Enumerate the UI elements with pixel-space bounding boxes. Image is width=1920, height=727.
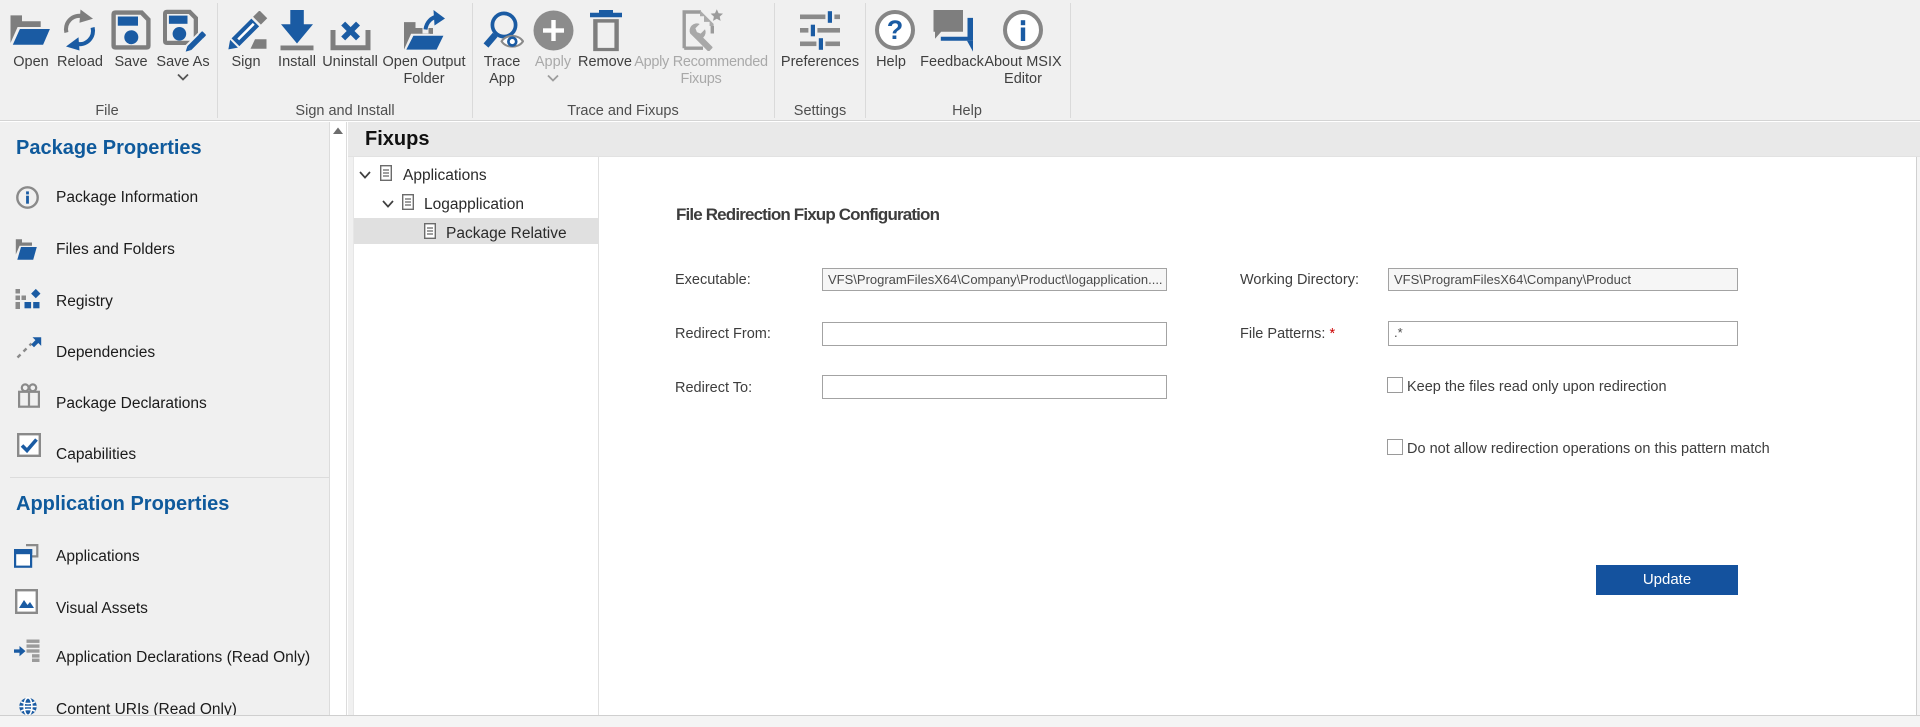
svg-text:?: ? <box>887 15 904 45</box>
